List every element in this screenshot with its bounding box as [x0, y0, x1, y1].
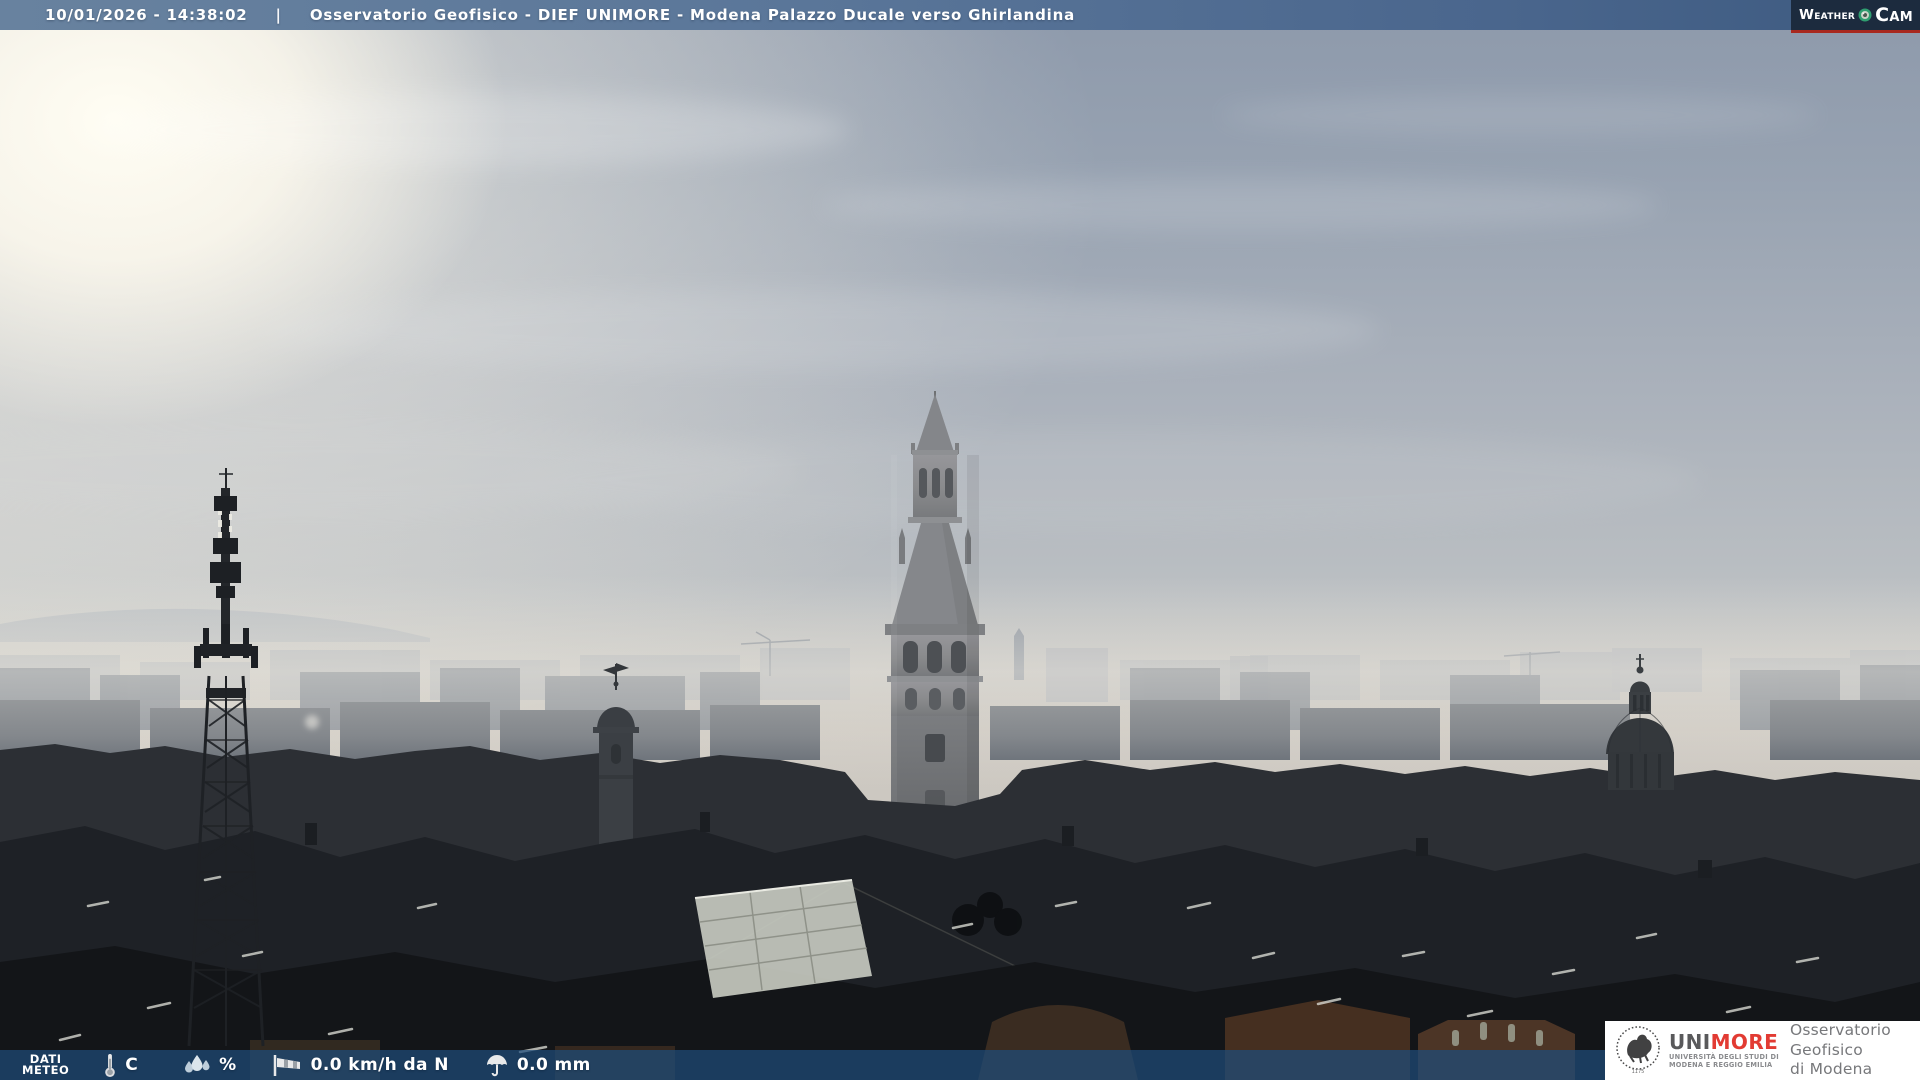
- wind-value: 0.0 km/h da N: [310, 1055, 449, 1075]
- camera-title: Osservatorio Geofisico - DIEF UNIMORE - …: [309, 6, 1076, 24]
- rain-reading: 0.0 mm: [485, 1053, 591, 1077]
- temperature-value: C: [125, 1055, 139, 1075]
- smoke-puff: [305, 715, 319, 729]
- unimore-seal-icon: 1175: [1616, 1025, 1660, 1075]
- separator: |: [275, 6, 282, 24]
- observatory-name-line1: Osservatorio Geofisico: [1789, 1021, 1891, 1059]
- rain-value: 0.0 mm: [516, 1055, 591, 1075]
- university-subtitle-2: MODENA E REGGIO EMILIA: [1669, 1060, 1773, 1069]
- droplets-icon: [185, 1055, 210, 1073]
- brand-uni: UNI: [1669, 1030, 1711, 1054]
- cloud-wisps: [0, 94, 1820, 530]
- umbrella-icon: [486, 1055, 507, 1077]
- observatory-name-line2: di Modena: [1789, 1060, 1873, 1079]
- windsock-icon: [273, 1055, 300, 1076]
- webcam-photo: [0, 0, 1920, 1080]
- wind-reading: 0.0 km/h da N: [271, 1053, 449, 1077]
- webcam-viewer: 10/01/2026 - 14:38:02 | Osservatorio Geo…: [0, 0, 1920, 1080]
- weathercam-word1: Weather: [1799, 7, 1856, 23]
- temperature-reading: C: [103, 1053, 138, 1078]
- timestamp: 10/01/2026 - 14:38:02: [45, 6, 248, 24]
- seal-year: 1175: [1632, 1069, 1645, 1075]
- dati-meteo-label: DATI METEO: [22, 1052, 70, 1077]
- unimore-wordmark: UNIMORE UNIVERSITÀ DEGLI STUDI DI MODENA…: [1669, 1032, 1779, 1069]
- brand-more: MORE: [1710, 1030, 1779, 1054]
- modena-skyline-scene: [0, 94, 1920, 1080]
- humidity-value: %: [219, 1055, 237, 1075]
- header-bar: 10/01/2026 - 14:38:02 | Osservatorio Geo…: [0, 0, 1920, 30]
- weathercam-logo: Weather Cam: [1791, 0, 1920, 33]
- humidity-reading: %: [184, 1054, 236, 1076]
- unimore-logo: 1175 UNIMORE UNIVERSITÀ DEGLI STUDI DI M…: [1605, 1021, 1920, 1080]
- observatory-name: Osservatorio Geofisico di Modena: [1790, 1021, 1920, 1080]
- camera-lens-icon: [1858, 8, 1872, 22]
- thermometer-icon: [105, 1053, 116, 1077]
- weathercam-word2: Cam: [1875, 4, 1913, 26]
